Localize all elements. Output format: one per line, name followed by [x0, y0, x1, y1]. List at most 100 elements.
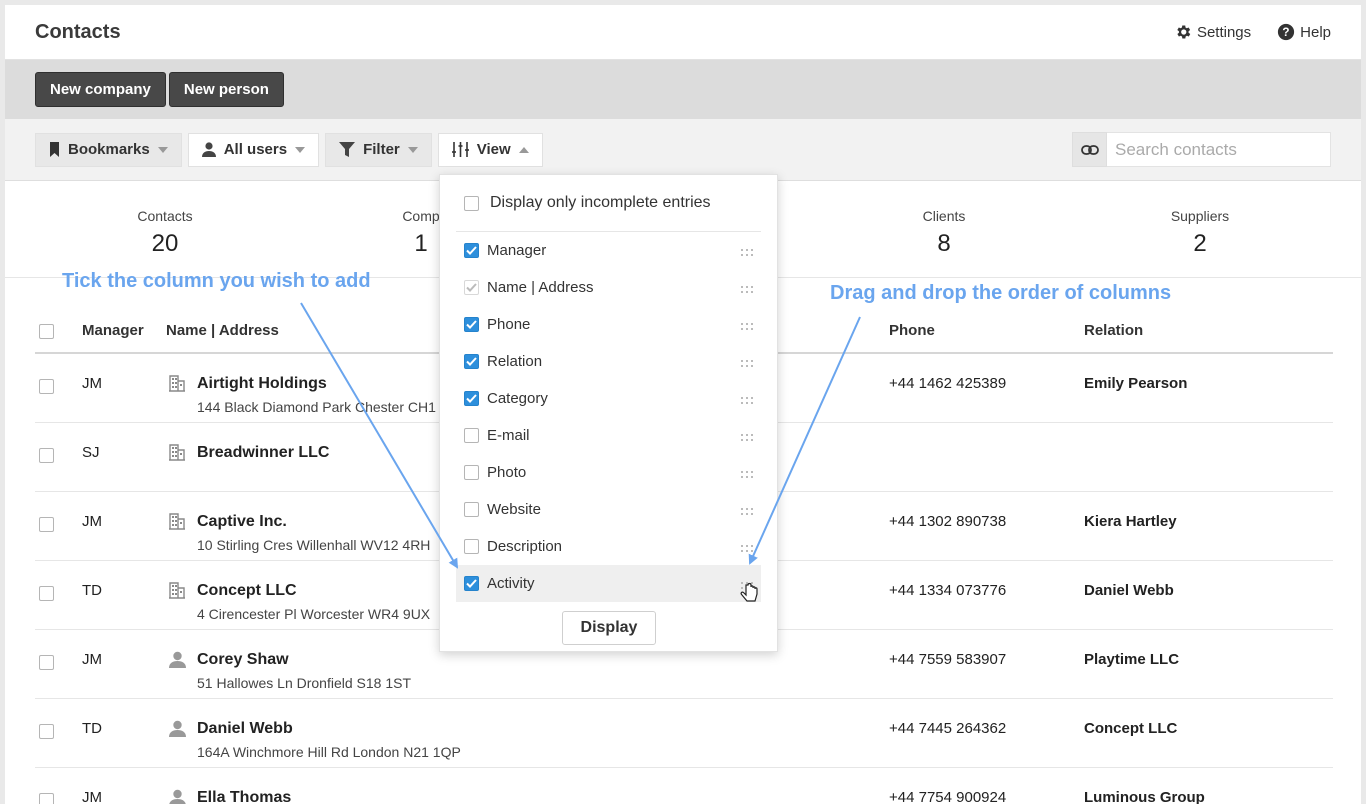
row-phone[interactable]: +44 1462 425389	[889, 375, 1006, 392]
stat-contacts[interactable]: Contacts 20	[65, 208, 265, 258]
row-name[interactable]: Breadwinner LLC	[197, 444, 329, 462]
drag-handle-icon[interactable]	[741, 391, 753, 408]
annotation-tick-column: Tick the column you wish to add	[62, 270, 371, 292]
row-name[interactable]: Airtight Holdings	[197, 375, 327, 393]
view-column-option[interactable]: Description	[440, 528, 777, 565]
view-menu: Display only incomplete entries Manager N…	[439, 174, 778, 652]
stat-suppliers[interactable]: Suppliers 2	[1100, 208, 1300, 258]
header-phone[interactable]: Phone	[889, 322, 935, 339]
row-relation[interactable]: Concept LLC	[1084, 720, 1177, 737]
person-icon	[169, 651, 186, 673]
column-label: Phone	[487, 316, 531, 333]
bookmark-icon	[50, 142, 59, 157]
new-company-button[interactable]: New company	[35, 72, 166, 107]
drag-handle-icon[interactable]	[741, 280, 753, 297]
header-name-address[interactable]: Name | Address	[166, 322, 279, 339]
drag-handle-icon[interactable]	[741, 502, 753, 519]
row-address: 10 Stirling Cres Willenhall WV12 4RH	[197, 537, 431, 553]
chevron-down-icon	[295, 146, 306, 153]
select-all-checkbox[interactable]	[39, 324, 54, 339]
view-column-option[interactable]: Website	[440, 491, 777, 528]
row-manager: JM	[82, 789, 102, 804]
drag-handle-icon[interactable]	[741, 243, 753, 260]
column-checkbox[interactable]	[464, 317, 479, 332]
display-button[interactable]: Display	[562, 611, 656, 645]
toolbar: Bookmarks All users Filter View	[5, 119, 1361, 181]
view-column-option[interactable]: Photo	[440, 454, 777, 491]
row-manager: JM	[82, 375, 102, 392]
row-name[interactable]: Daniel Webb	[197, 720, 293, 738]
column-label: Name | Address	[487, 279, 594, 296]
row-name[interactable]: Concept LLC	[197, 582, 297, 600]
view-column-option[interactable]: Relation	[440, 343, 777, 380]
row-phone[interactable]: +44 7559 583907	[889, 651, 1006, 668]
header-relation[interactable]: Relation	[1084, 322, 1143, 339]
table-row[interactable]: TD Daniel Webb 164A Winchmore Hill Rd Lond…	[35, 699, 1333, 768]
drag-handle-icon[interactable]	[741, 539, 753, 556]
view-column-option[interactable]: Manager	[440, 232, 777, 269]
row-checkbox[interactable]	[39, 379, 54, 394]
drag-handle-icon[interactable]	[741, 428, 753, 445]
row-relation[interactable]: Luminous Group	[1084, 789, 1205, 804]
row-relation[interactable]: Emily Pearson	[1084, 375, 1187, 392]
row-manager: TD	[82, 720, 102, 737]
table-row[interactable]: JM Ella Thomas +44 7754 900924 Luminous Gro…	[35, 768, 1333, 804]
app-window: Contacts Settings ? Help New company New…	[5, 5, 1361, 804]
column-checkbox[interactable]	[464, 354, 479, 369]
row-phone[interactable]: +44 7754 900924	[889, 789, 1006, 804]
view-column-option[interactable]: Name | Address	[440, 269, 777, 306]
row-name[interactable]: Ella Thomas	[197, 789, 291, 804]
incomplete-entries-option[interactable]: Display only incomplete entries	[456, 175, 761, 232]
row-relation[interactable]: Daniel Webb	[1084, 582, 1174, 599]
view-column-option[interactable]: Phone	[440, 306, 777, 343]
view-column-option[interactable]: Category	[440, 380, 777, 417]
column-checkbox[interactable]	[464, 539, 479, 554]
row-checkbox[interactable]	[39, 517, 54, 532]
settings-link[interactable]: Settings	[1174, 23, 1251, 41]
column-checkbox[interactable]	[464, 428, 479, 443]
row-relation[interactable]: Playtime LLC	[1084, 651, 1179, 668]
search-box	[1072, 132, 1331, 167]
row-checkbox[interactable]	[39, 655, 54, 670]
building-icon	[169, 513, 185, 535]
row-checkbox[interactable]	[39, 586, 54, 601]
stat-label: Suppliers	[1170, 208, 1230, 224]
row-relation[interactable]: Kiera Hartley	[1084, 513, 1177, 530]
row-checkbox[interactable]	[39, 448, 54, 463]
chevron-down-icon	[157, 146, 168, 153]
view-column-option[interactable]: E-mail	[440, 417, 777, 454]
person-icon	[169, 720, 186, 742]
view-column-option[interactable]: Activity	[456, 565, 761, 602]
filter-button[interactable]: Filter	[325, 132, 432, 167]
row-name[interactable]: Captive Inc.	[197, 513, 287, 531]
column-label: Category	[487, 390, 548, 407]
view-button[interactable]: View	[437, 132, 543, 167]
row-checkbox[interactable]	[39, 724, 54, 739]
column-checkbox[interactable]	[464, 502, 479, 517]
help-link[interactable]: ? Help	[1277, 23, 1331, 41]
drag-handle-icon[interactable]	[741, 354, 753, 371]
bookmarks-button[interactable]: Bookmarks	[35, 132, 182, 167]
column-label: Relation	[487, 353, 543, 370]
all-users-button[interactable]: All users	[187, 132, 320, 167]
drag-handle-icon[interactable]	[741, 576, 753, 593]
drag-handle-icon[interactable]	[741, 317, 753, 334]
search-input[interactable]	[1107, 132, 1331, 167]
link-button[interactable]	[1072, 132, 1107, 167]
header-manager[interactable]: Manager	[82, 322, 144, 339]
column-checkbox[interactable]	[464, 243, 479, 258]
drag-handle-icon[interactable]	[741, 465, 753, 482]
column-checkbox[interactable]	[464, 465, 479, 480]
row-phone[interactable]: +44 7445 264362	[889, 720, 1006, 737]
incomplete-entries-checkbox[interactable]	[464, 195, 479, 211]
stat-clients[interactable]: Clients 8	[844, 208, 1044, 258]
column-checkbox[interactable]	[464, 391, 479, 406]
row-checkbox[interactable]	[39, 793, 54, 804]
column-label: Manager	[487, 242, 547, 259]
row-name[interactable]: Corey Shaw	[197, 651, 289, 669]
row-phone[interactable]: +44 1334 073776	[889, 582, 1006, 599]
column-checkbox[interactable]	[464, 576, 479, 591]
stat-label: Clients	[922, 208, 966, 224]
row-phone[interactable]: +44 1302 890738	[889, 513, 1006, 530]
new-person-button[interactable]: New person	[168, 72, 284, 107]
